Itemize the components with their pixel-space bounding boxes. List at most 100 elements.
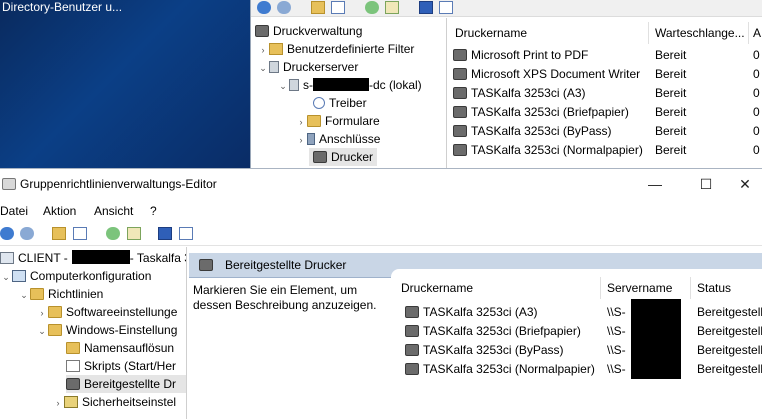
deploy-status: Bereitgestellt	[697, 343, 762, 357]
printer-row[interactable]: TASKalfa 3253ci (ByPass)	[453, 122, 612, 141]
column-header-servername[interactable]: Servername	[601, 277, 691, 299]
printer-row[interactable]: Microsoft XPS Document Writer	[453, 65, 640, 84]
back-icon[interactable]	[0, 227, 14, 240]
redaction-bar	[313, 78, 369, 91]
script-icon	[66, 360, 80, 372]
column-header-status[interactable]: Status	[691, 277, 762, 299]
printer-jobs: 0	[753, 48, 760, 62]
tree-item-local-server[interactable]: ⌄ s- -dc (lokal)	[277, 76, 422, 94]
tree-item-druckverwaltung[interactable]: Druckverwaltung	[255, 22, 362, 40]
printer-row[interactable]: TASKalfa 3253ci (A3)	[453, 84, 586, 103]
tree-item-anschluesse[interactable]: › Anschlüsse	[295, 130, 381, 149]
forward-icon[interactable]	[277, 1, 291, 14]
chevron-right-icon[interactable]: ›	[295, 131, 307, 149]
printer-icon	[405, 325, 419, 337]
help-icon[interactable]	[419, 1, 433, 14]
printer-icon	[255, 25, 269, 37]
menu-help[interactable]: ?	[150, 201, 157, 221]
policy-icon	[0, 252, 14, 264]
refresh-icon[interactable]	[106, 227, 120, 240]
chevron-down-icon[interactable]: ⌄	[36, 322, 48, 340]
tree-item-computerkonfiguration[interactable]: ⌄ Computerkonfiguration	[0, 267, 151, 285]
menu-bar: Datei Aktion Ansicht ?	[0, 201, 762, 221]
deployed-printer-row[interactable]: TASKalfa 3253ci (Briefpapier)	[405, 322, 581, 341]
chevron-down-icon[interactable]: ⌄	[277, 77, 289, 95]
show-tree-icon[interactable]	[73, 227, 87, 240]
printer-row[interactable]: TASKalfa 3253ci (Briefpapier)	[453, 103, 629, 122]
server-name: \\S-	[607, 305, 626, 319]
column-header-warteschlange[interactable]: Warteschlange...	[649, 22, 749, 44]
tree-item-richtlinien[interactable]: ⌄ Richtlinien	[18, 285, 103, 303]
tree-item-druckerserver[interactable]: ⌄ Druckerserver	[257, 58, 358, 76]
printer-icon	[66, 378, 80, 390]
printer-icon	[405, 306, 419, 318]
deployed-printer-row[interactable]: TASKalfa 3253ci (A3)	[405, 303, 538, 322]
printer-status: Bereit	[655, 86, 687, 100]
deploy-status: Bereitgestellt	[697, 362, 762, 376]
tree-item-treiber[interactable]: Treiber	[313, 94, 367, 112]
tree-item-sicherheitseinstellungen[interactable]: › Sicherheitseinstel	[52, 393, 177, 412]
gpme-toolbar	[0, 223, 762, 246]
column-header-druckername[interactable]: Druckername	[449, 22, 649, 44]
deployed-printer-row[interactable]: TASKalfa 3253ci (Normalpapier)	[405, 360, 595, 379]
menu-ansicht[interactable]: Ansicht	[94, 201, 133, 221]
refresh-icon[interactable]	[365, 1, 379, 14]
show-tree-icon[interactable]	[331, 1, 345, 14]
tree-item-windows-einstellungen[interactable]: ⌄ Windows-Einstellung	[36, 321, 177, 339]
printer-row[interactable]: Microsoft Print to PDF	[453, 46, 588, 65]
chevron-right-icon[interactable]: ›	[36, 304, 48, 322]
chevron-right-icon[interactable]: ›	[295, 113, 307, 131]
deployed-printer-row[interactable]: TASKalfa 3253ci (ByPass)	[405, 341, 564, 360]
help-icon[interactable]	[158, 227, 172, 240]
printer-list: Druckername Warteschlange... A Microsoft…	[449, 18, 762, 168]
tree-item-filter[interactable]: › Benutzerdefinierte Filter	[257, 40, 415, 59]
redaction-bar	[631, 299, 681, 379]
column-header-druckername[interactable]: Druckername	[395, 277, 601, 299]
properties-icon[interactable]	[439, 1, 453, 14]
properties-icon[interactable]	[179, 227, 193, 240]
printer-status: Bereit	[655, 124, 687, 138]
forward-icon[interactable]	[20, 227, 34, 240]
up-folder-icon[interactable]	[311, 1, 325, 14]
up-folder-icon[interactable]	[52, 227, 66, 240]
minimize-button[interactable]: —	[632, 169, 678, 199]
gpme-window: Gruppenrichtlinienverwaltungs-Editor — ☐…	[0, 168, 762, 419]
desktop-window-title: Directory-Benutzer u...	[2, 0, 123, 14]
server-icon	[269, 61, 279, 73]
back-icon[interactable]	[257, 1, 271, 14]
printer-row[interactable]: TASKalfa 3253ci (Normalpapier)	[453, 141, 643, 160]
chevron-down-icon[interactable]: ⌄	[0, 268, 12, 286]
tree-item-skripts[interactable]: Skripts (Start/Her	[66, 357, 176, 375]
plug-icon	[307, 133, 315, 145]
title-bar: Gruppenrichtlinienverwaltungs-Editor — ☐…	[0, 169, 762, 199]
window-title: Gruppenrichtlinienverwaltungs-Editor	[20, 177, 217, 191]
tree-item-drucker[interactable]: Drucker	[309, 148, 378, 166]
printer-icon	[453, 144, 467, 156]
pane-title: Bereitgestellte Drucker	[225, 258, 347, 272]
printer-icon	[405, 363, 419, 375]
chevron-right-icon[interactable]: ›	[52, 394, 64, 412]
export-icon[interactable]	[127, 227, 141, 240]
column-header-auftraege[interactable]: A	[749, 22, 762, 44]
print-management-toolbar	[251, 0, 762, 17]
tree-item-softwareeinstellungen[interactable]: › Softwareeinstellunge	[36, 303, 178, 322]
chevron-down-icon[interactable]: ⌄	[257, 59, 269, 77]
tree-item-formulare[interactable]: › Formulare	[295, 112, 380, 130]
menu-datei[interactable]: Datei	[0, 201, 28, 221]
menu-aktion[interactable]: Aktion	[43, 201, 76, 221]
chevron-right-icon[interactable]: ›	[257, 41, 269, 59]
desktop-background: Directory-Benutzer u...	[0, 0, 250, 168]
printer-icon	[453, 68, 467, 80]
tree-item-namensaufloesung[interactable]: Namensauflösun	[66, 339, 174, 357]
folder-icon	[66, 342, 80, 354]
printer-status: Bereit	[655, 105, 687, 119]
close-button[interactable]: ✕	[728, 169, 762, 199]
folder-icon	[307, 115, 321, 127]
export-icon[interactable]	[385, 1, 399, 14]
tree-item-bereitgestellte-drucker[interactable]: Bereitgestellte Dr	[66, 375, 186, 393]
details-pane: Bereitgestellte Drucker Markieren Sie ei…	[189, 253, 762, 419]
chevron-down-icon[interactable]: ⌄	[18, 286, 30, 304]
tree-item-gpo[interactable]: CLIENT -- Taskalfa 32	[0, 249, 186, 267]
maximize-button[interactable]: ☐	[683, 169, 729, 199]
server-name: \\S-	[607, 362, 626, 376]
